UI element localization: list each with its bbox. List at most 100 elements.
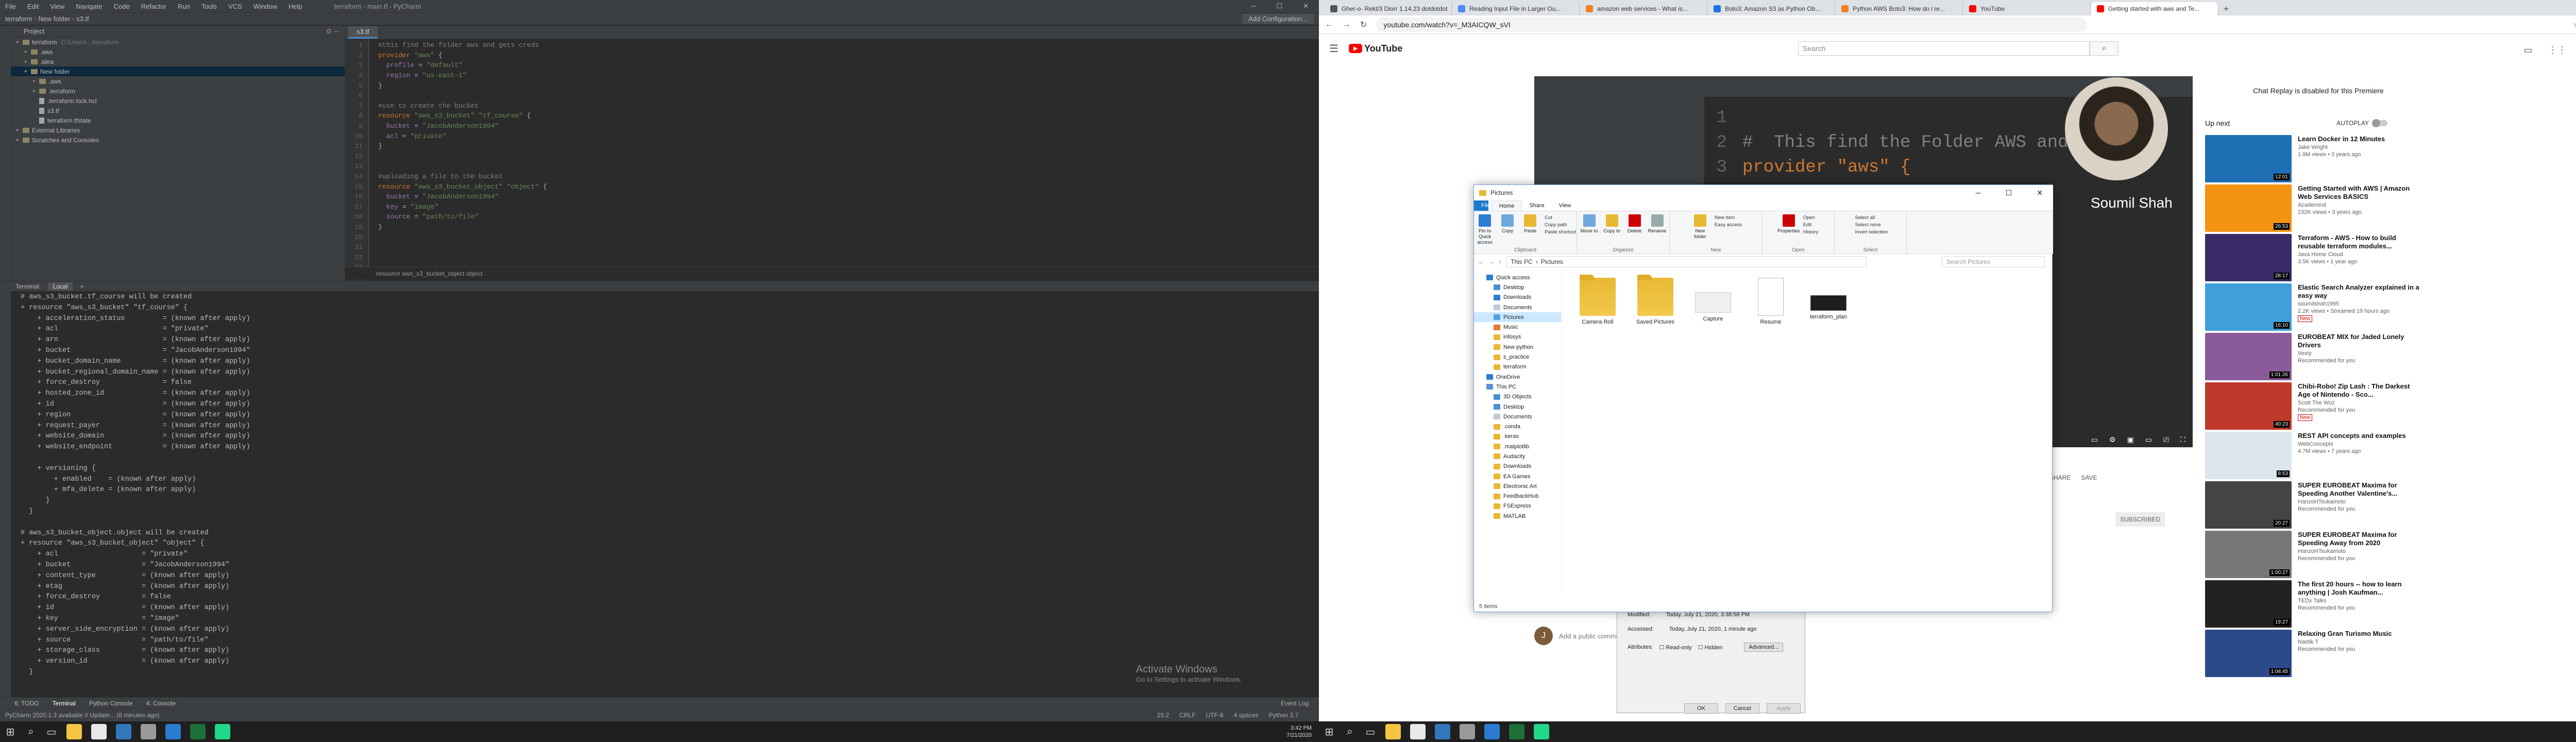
fullscreen-icon[interactable]: ⛶ [2180,435,2185,444]
excel-taskbar-icon[interactable] [1509,724,1524,739]
nav-crumbs[interactable]: terraform › New folder › s3.tf [5,15,89,23]
video-title[interactable]: Chibi-Robo! Zip Lash : The Darkest Age o… [2298,382,2421,399]
tool-tab-python-console[interactable]: Python Console [89,700,133,707]
file-item[interactable]: Resume [1745,278,1797,340]
video-thumbnail[interactable]: 8:53 [2205,432,2292,479]
video-title[interactable]: Learn Docker in 12 Minutes [2298,135,2385,143]
nav-item[interactable]: FSExpress [1474,501,1561,511]
nav-item[interactable]: Desktop [1474,282,1561,292]
status-item[interactable]: 4 spaces [1234,712,1259,719]
expand-icon[interactable]: ▸ [25,49,31,55]
nav-item[interactable]: FeedbackHub [1474,492,1561,501]
gear-icon[interactable]: ⚙ ─ [326,27,338,36]
video-title[interactable]: Terraform - AWS - How to build reusable … [2298,234,2421,250]
apps-icon[interactable]: ⋮⋮ [2548,45,2567,56]
nav-item[interactable]: Audacity [1474,451,1561,461]
video-channel[interactable]: TEDx Talks [2298,598,2421,604]
forward-icon[interactable]: → [1343,20,1351,29]
ribbon-button[interactable]: Pin to Quick access [1475,214,1495,247]
settings-icon[interactable]: ⚙ [2109,435,2116,444]
ribbon-small-button[interactable]: Paste shortcut [1545,229,1576,236]
add-configuration-button[interactable]: Add Configuration... [1242,14,1314,24]
maximize-icon[interactable]: ☐ [2006,189,2012,197]
extension-icons[interactable]: ☆●●⋮ [2573,20,2576,30]
autoplay-toggle[interactable] [2372,119,2387,127]
nav-item[interactable]: Downloads [1474,462,1561,471]
tree-item[interactable]: ▸ New folder [11,66,345,76]
address-bar[interactable]: youtube.com/watch?v=_M3AICQW_sVI [1376,17,2088,32]
advanced-button[interactable]: Advanced... [1744,643,1784,652]
video-title[interactable]: The first 20 hours -- how to learn anyth… [2298,580,2421,597]
menu-refactor[interactable]: Refactor [141,3,166,10]
tree-item[interactable]: ▸ .aws [11,47,345,57]
ribbon-tab-file[interactable]: File [1474,200,1490,211]
video-channel[interactable]: Vesty [2298,350,2421,357]
recommendation-item[interactable]: 26:53 Getting Started with AWS | Amazon W… [2205,184,2421,232]
miniplayer-icon[interactable]: ▣ [2127,435,2134,444]
tree-item[interactable]: ▸ .terraform [11,86,345,96]
browser-tab[interactable]: Gher-o- Rekt/3 Diorr 1.14.23 dotdotdot [1324,2,1452,15]
recommendation-item[interactable]: 20:27 SUPER EUROBEAT Maxima for Speeding … [2205,481,2421,529]
share-button[interactable]: SHARE [2049,474,2071,481]
ribbon-small-button[interactable]: New item [1715,214,1742,222]
readonly-checkbox[interactable]: ☐ Read-only [1659,644,1692,651]
subtitles-icon[interactable]: ▭ [2091,435,2098,444]
recommendation-item[interactable]: 19:27 The first 20 hours -- how to learn … [2205,580,2421,628]
nav-item[interactable]: .conda [1474,421,1561,431]
menu-run[interactable]: Run [178,3,190,10]
nav-item[interactable]: 3D Objects [1474,392,1561,402]
menu-edit[interactable]: Edit [27,3,39,10]
menu-file[interactable]: File [5,3,16,10]
video-thumbnail[interactable]: 12:01 [2205,135,2292,182]
ribbon-tab-view[interactable]: View [1552,200,1579,211]
video-channel[interactable]: HanzoHTsukamoto [2298,548,2421,554]
windows-start-icon[interactable]: ⊞ [0,721,21,742]
youtube-search-button[interactable]: ⌕ [2090,41,2119,56]
address-box[interactable]: This PC › Pictures [1506,256,1867,267]
video-thumbnail[interactable]: 40:23 [2205,382,2292,430]
tree-item[interactable]: ▸ Scratches and Consoles [11,135,345,145]
status-item[interactable]: CRLF [1179,712,1195,719]
ribbon-tab-home[interactable]: Home [1492,200,1522,211]
expand-icon[interactable]: ▸ [33,78,39,84]
excel-taskbar-icon[interactable] [190,724,206,739]
cast-icon[interactable]: ⎚ [2163,435,2169,444]
reload-icon[interactable]: ↻ [1360,20,1367,30]
file-explorer-taskbar-icon[interactable] [1385,724,1401,739]
ribbon-small-button[interactable]: Open [1803,214,1819,222]
clock[interactable]: 3:42 PM 7/21/2020 [1286,724,1312,739]
ribbon-button[interactable]: Paste [1520,214,1540,247]
video-title[interactable]: SUPER EUROBEAT Maxima for Speeding Away … [2298,531,2421,547]
video-thumbnail[interactable]: 28:17 [2205,234,2292,281]
ribbon-button[interactable]: Copy [1497,214,1518,247]
tool-tab-console[interactable]: 4: Console [146,700,176,707]
browser-tab[interactable]: amazon web services - What is... [1580,2,1707,15]
video-channel[interactable]: Nastik T [2298,639,2392,645]
file-item[interactable]: Capture [1687,278,1739,340]
file-item[interactable]: terraform_plan [1803,278,1854,340]
pycharm-taskbar-icon[interactable] [215,724,230,739]
nav-item[interactable]: New python [1474,342,1561,352]
app-taskbar-icon[interactable] [1460,724,1475,739]
expand-icon[interactable]: ▸ [25,59,31,64]
back-icon[interactable]: ← [1478,258,1484,265]
python-taskbar-icon[interactable] [1435,724,1450,739]
chrome-taskbar-icon[interactable] [91,724,107,739]
settings-taskbar-icon[interactable] [165,724,181,739]
tree-item[interactable]: ▸ .aws [11,76,345,86]
nav-item[interactable]: Downloads [1474,293,1561,302]
video-channel[interactable]: Academind [2298,202,2421,208]
up-icon[interactable]: ↑ [1499,258,1502,265]
recommendation-item[interactable]: 1:01:26 EUROBEAT MIX for Jaded Lonely Dri… [2205,333,2421,380]
ribbon-small-button[interactable]: Select all [1855,214,1888,222]
nav-item[interactable]: MATLAB [1474,511,1561,521]
nav-item[interactable]: s_practice [1474,352,1561,362]
video-channel[interactable]: soumilshah1995 [2298,301,2421,307]
video-title[interactable]: REST API concepts and examples [2298,432,2406,440]
expand-icon[interactable]: ▸ [16,137,23,143]
nav-item[interactable]: terraform [1474,362,1561,372]
hidden-checkbox[interactable]: ☐ Hidden [1698,644,1723,651]
theater-icon[interactable]: ▭ [2145,435,2152,444]
video-title[interactable]: SUPER EUROBEAT Maxima for Speeding Anoth… [2298,481,2421,498]
status-item[interactable]: UTF-8 [1206,712,1224,719]
